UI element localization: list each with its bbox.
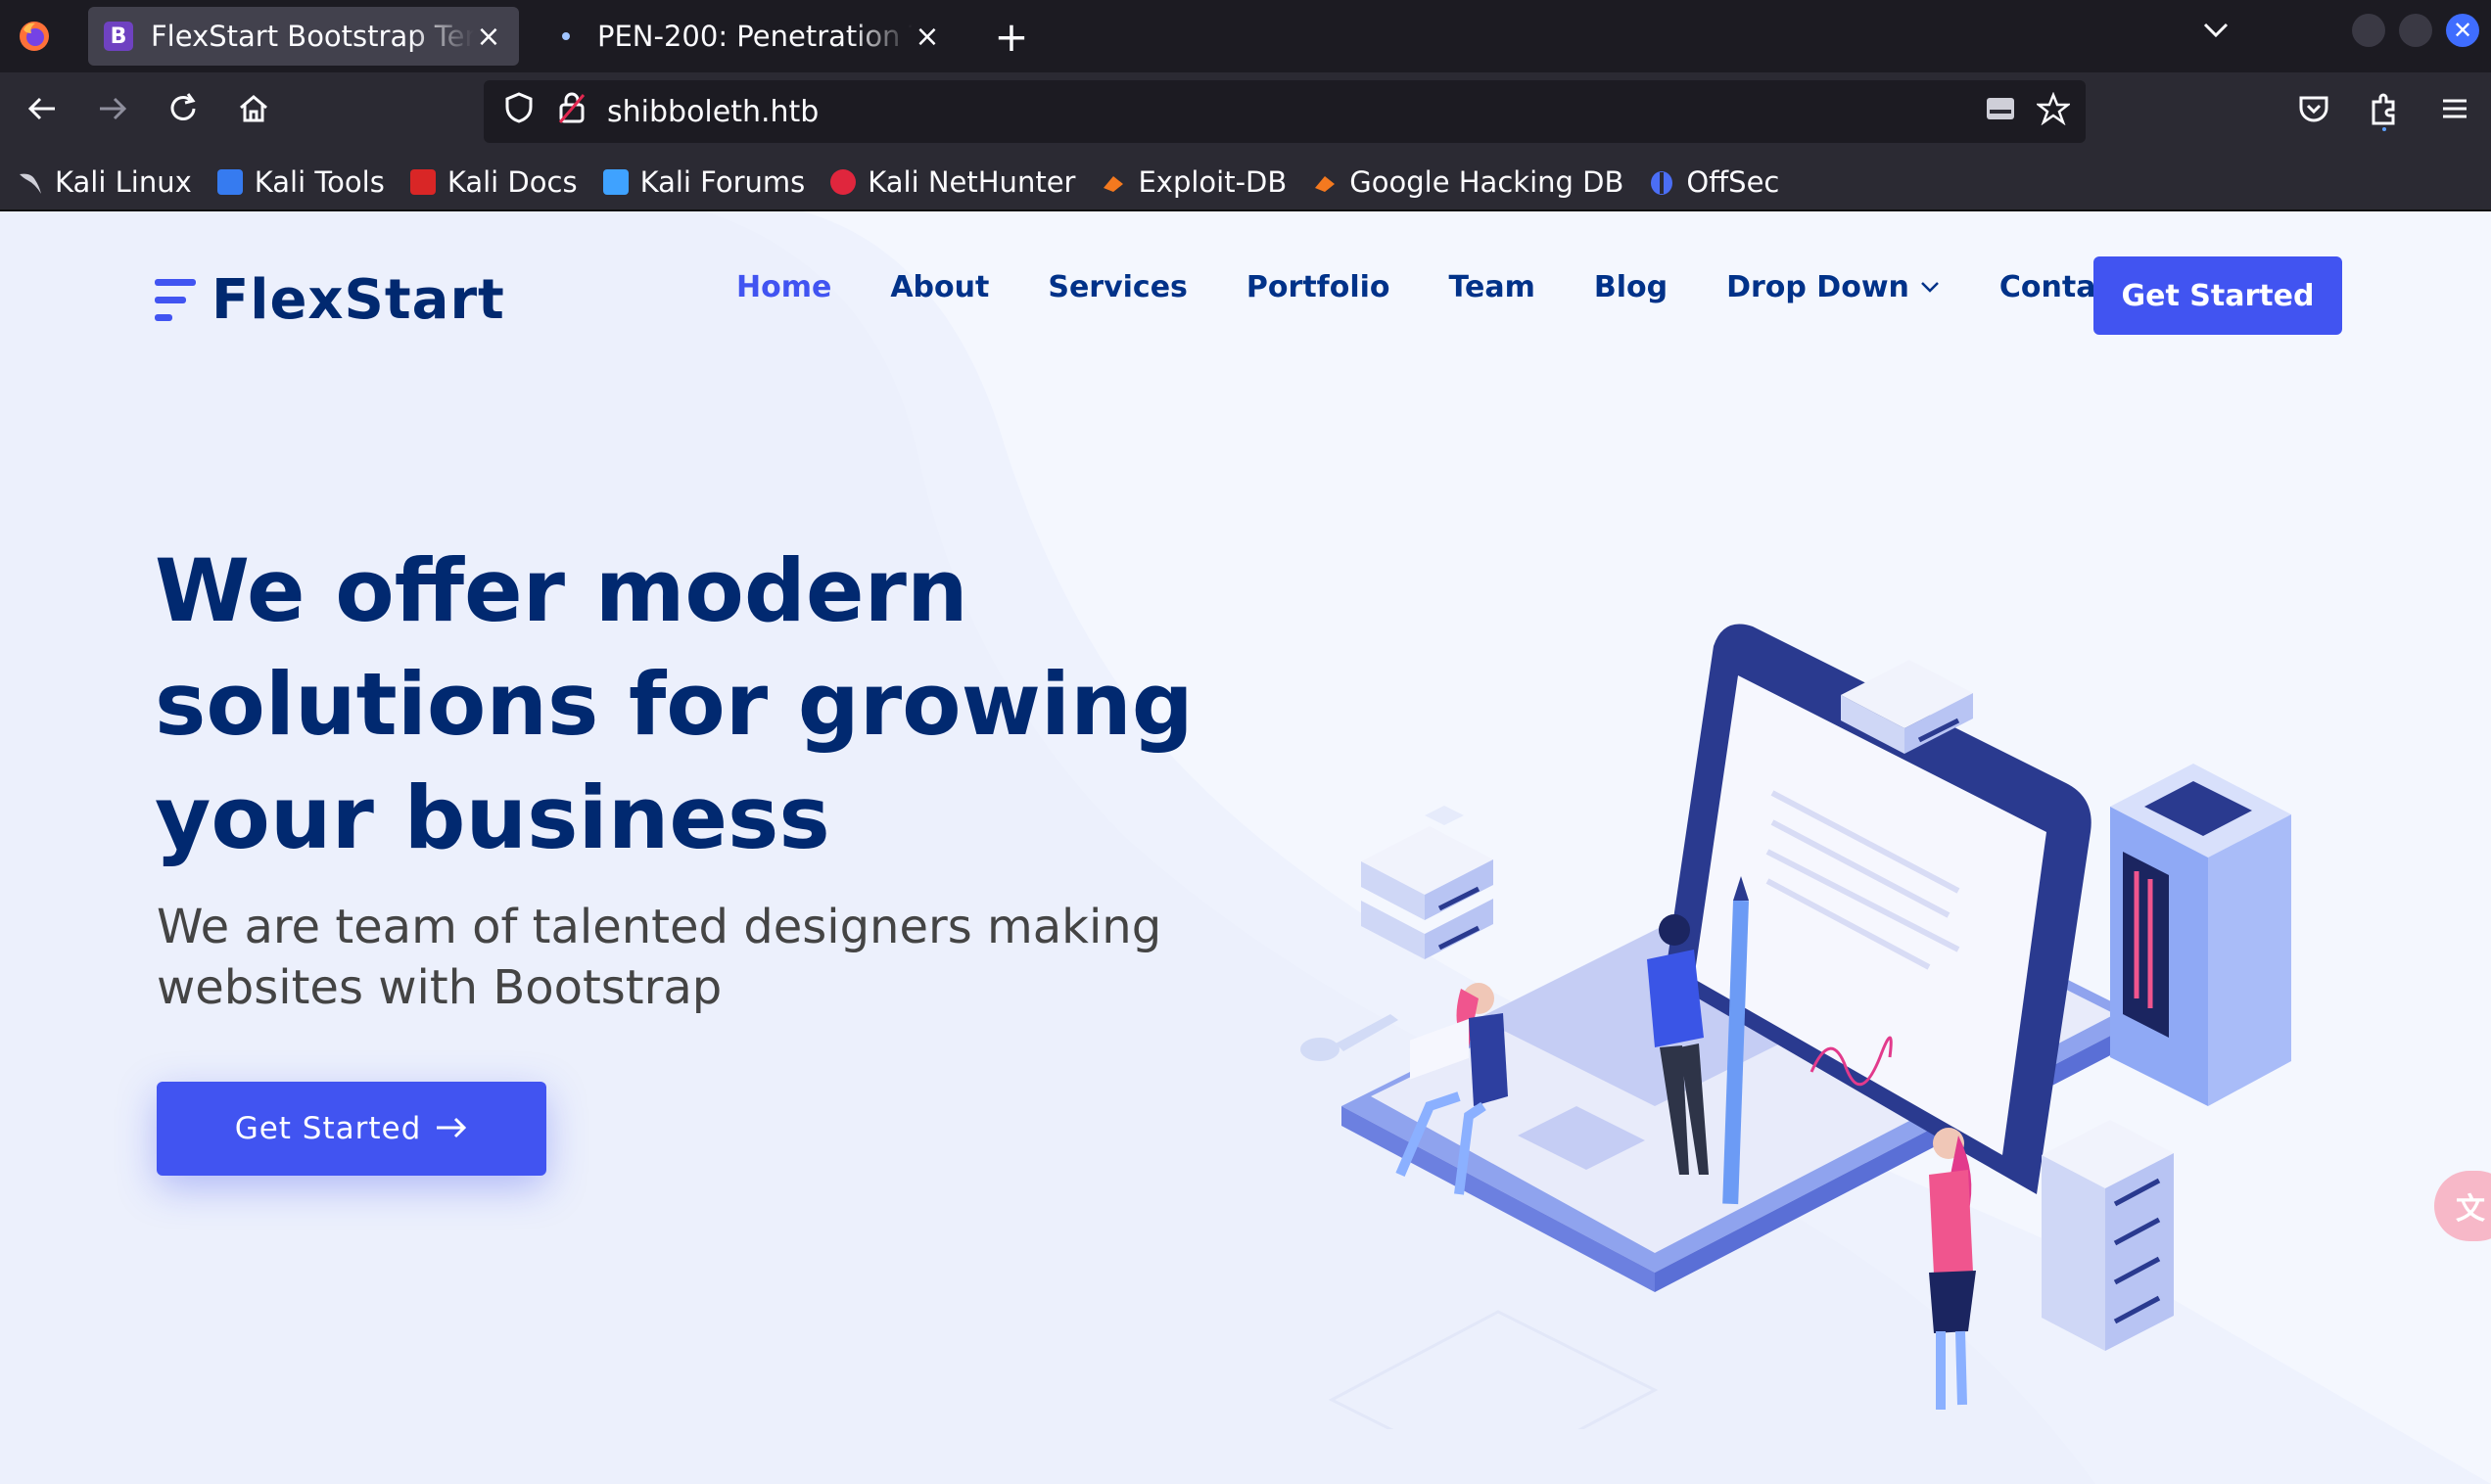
tab-title: PEN-200: Penetration Testing: [597, 20, 913, 53]
bootstrap-favicon-icon: B: [104, 22, 133, 51]
shield-icon[interactable]: [501, 92, 537, 131]
kali-nethunter-icon: [830, 169, 857, 195]
ghdb-icon: [1312, 169, 1338, 195]
bookmark-star-icon[interactable]: [2035, 91, 2072, 133]
nav-portfolio[interactable]: Portfolio: [1246, 270, 1390, 304]
bookmark-exploit-db[interactable]: Exploit-DB: [1101, 165, 1287, 199]
close-tab-icon[interactable]: ×: [913, 20, 942, 54]
brand-logo[interactable]: FlexStart: [155, 268, 505, 332]
reader-view-icon[interactable]: [1984, 92, 2017, 133]
get-started-hero-label: Get Started: [234, 1111, 422, 1146]
nav-about[interactable]: About: [890, 270, 989, 304]
tab-dot-icon: [562, 32, 570, 40]
minimize-window-button[interactable]: [2352, 14, 2385, 47]
tab-pen200[interactable]: PEN-200: Penetration Testing ×: [527, 7, 958, 66]
bookmark-kali-docs[interactable]: Kali Docs: [409, 165, 578, 199]
nav-blog[interactable]: Blog: [1594, 270, 1668, 304]
kali-tools-icon: [216, 169, 243, 195]
arrow-right-icon: [435, 1109, 468, 1148]
forward-icon[interactable]: [88, 92, 137, 134]
close-window-button[interactable]: ✕: [2446, 14, 2479, 47]
get-started-nav-button[interactable]: Get Started: [2093, 256, 2342, 335]
firefox-menu-icon[interactable]: [0, 0, 69, 72]
hero-title: We offer modern solutions for growing yo…: [155, 540, 1194, 868]
tab-flexstart[interactable]: B FlexStart Bootstrap Template ×: [88, 7, 519, 66]
bookmark-kali-linux[interactable]: Kali Linux: [18, 165, 192, 199]
url-bar[interactable]: shibboleth.htb: [484, 80, 2086, 143]
pocket-icon[interactable]: [2289, 92, 2338, 134]
back-icon[interactable]: [18, 92, 67, 134]
exploit-db-icon: [1101, 169, 1126, 195]
extensions-icon[interactable]: [2360, 92, 2409, 140]
list-all-tabs-icon[interactable]: [2201, 14, 2231, 48]
kali-dragon-icon: [18, 169, 43, 195]
insecure-lock-icon[interactable]: [554, 91, 589, 132]
nav-services[interactable]: Services: [1048, 270, 1188, 304]
app-menu-icon[interactable]: [2430, 92, 2479, 134]
bookmark-google-hacking-db[interactable]: Google Hacking DB: [1312, 165, 1623, 199]
web-page: FlexStart Home About Services Portfolio …: [0, 211, 2491, 1484]
tab-title: FlexStart Bootstrap Template: [151, 20, 474, 53]
bookmark-kali-forums[interactable]: Kali Forums: [602, 165, 805, 199]
kali-docs-icon: [409, 169, 436, 195]
hero-subtitle: We are team of talented designers making…: [157, 900, 1162, 1015]
site-nav: Home About Services Portfolio Team Blog …: [736, 270, 2186, 304]
get-started-hero-button[interactable]: Get Started: [157, 1082, 546, 1176]
logo-mark-icon: [155, 273, 198, 328]
close-tab-icon[interactable]: ×: [474, 20, 503, 54]
nav-team[interactable]: Team: [1449, 270, 1535, 304]
browser-tab-bar: B FlexStart Bootstrap Template × PEN-200…: [0, 0, 2491, 72]
new-tab-icon[interactable]: +: [987, 13, 1036, 61]
maximize-window-button[interactable]: [2399, 14, 2432, 47]
kali-forums-icon: [602, 169, 629, 195]
home-icon[interactable]: [229, 92, 278, 134]
bookmark-kali-tools[interactable]: Kali Tools: [216, 165, 385, 199]
offsec-icon: [1649, 169, 1674, 195]
nav-drop-down[interactable]: Drop Down: [1726, 270, 1941, 304]
hero-illustration: [1300, 624, 2291, 1429]
url-text[interactable]: shibboleth.htb: [607, 95, 819, 129]
nav-drop-down-label: Drop Down: [1726, 270, 1909, 304]
nav-home[interactable]: Home: [736, 270, 831, 304]
bookmark-offsec[interactable]: OffSec: [1649, 165, 1779, 199]
brand-name: FlexStart: [212, 268, 505, 332]
bookmark-kali-nethunter[interactable]: Kali NetHunter: [830, 165, 1075, 199]
chevron-down-icon: [1919, 275, 1941, 300]
bookmarks-toolbar: Kali Linux Kali Tools Kali Docs Kali For…: [0, 155, 2491, 211]
reload-icon[interactable]: [159, 92, 208, 134]
